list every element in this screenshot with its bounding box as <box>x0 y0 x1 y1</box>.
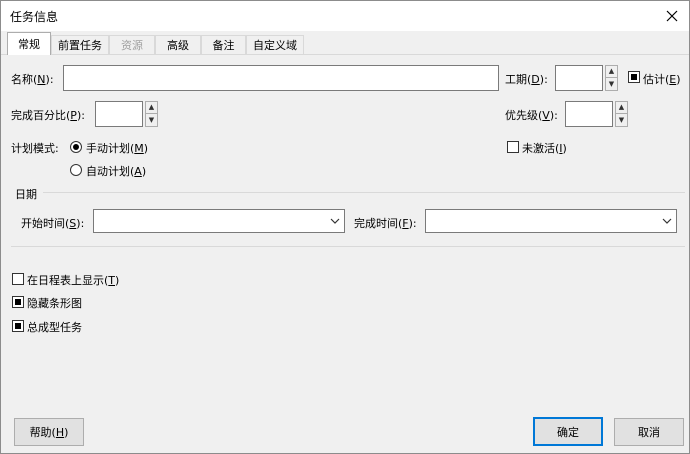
tab-general[interactable]: 常规 <box>7 32 51 55</box>
label-suffix: ) <box>143 142 149 155</box>
label-suffix: ): <box>549 109 558 122</box>
show-on-timeline-label: 在日程表上显示(T) <box>27 272 119 288</box>
auto-schedule-radio[interactable] <box>70 164 82 176</box>
label-suffix: ) <box>562 142 567 155</box>
close-icon <box>666 10 678 22</box>
arrow-down-icon[interactable]: ▼ <box>606 78 617 90</box>
label-accesskey: P <box>70 109 77 122</box>
schedule-mode-label: 计划模式: <box>11 142 59 155</box>
label-text: 在日程表上显示( <box>27 274 109 287</box>
arrow-up-icon[interactable]: ▲ <box>146 102 157 114</box>
label-text: 自动计划( <box>86 165 135 178</box>
show-on-timeline-checkbox[interactable] <box>12 273 24 285</box>
label-text: 开始时间( <box>21 217 70 230</box>
manual-schedule-radio[interactable] <box>70 141 82 153</box>
tab-label: 前置任务 <box>58 39 102 52</box>
finish-date-dropdown[interactable] <box>425 209 677 233</box>
tab-resources[interactable]: 资源 <box>109 35 155 54</box>
tab-notes[interactable]: 备注 <box>201 35 246 54</box>
arrow-up-icon[interactable]: ▲ <box>616 102 627 114</box>
summary-task-checkbox[interactable] <box>12 320 24 332</box>
percent-complete-input[interactable] <box>95 101 143 127</box>
button-accesskey: H <box>55 425 65 439</box>
button-text: 帮助( <box>29 426 56 439</box>
name-input[interactable] <box>63 65 499 91</box>
tab-label: 高级 <box>167 39 189 52</box>
dates-divider <box>43 192 685 193</box>
inactive-checkbox[interactable] <box>507 141 519 153</box>
hide-bar-checkbox[interactable] <box>12 296 24 308</box>
label-suffix: ) <box>115 274 120 287</box>
summary-task-label: 总成型任务 <box>27 321 82 334</box>
start-date-label: 开始时间(S): <box>21 215 84 231</box>
estimated-label: 估计(E) <box>643 71 681 87</box>
manual-schedule-label: 手动计划(M) <box>86 140 148 156</box>
label-text: 完成时间( <box>354 217 403 230</box>
tab-label: 常规 <box>18 38 40 51</box>
window-title: 任务信息 <box>10 10 59 24</box>
estimated-checkbox[interactable] <box>628 71 640 83</box>
priority-label: 优先级(V): <box>505 107 558 123</box>
button-text: 确定 <box>557 425 579 439</box>
button-text: 取消 <box>638 426 660 439</box>
label-accesskey: V <box>542 109 550 122</box>
label-accesskey: A <box>134 165 142 178</box>
inactive-label: 未激活(I) <box>522 140 567 156</box>
duration-label: 工期(D): <box>505 71 548 87</box>
label-text: 优先级( <box>505 109 543 122</box>
label-suffix: ) <box>141 165 147 178</box>
tab-label: 自定义域 <box>253 39 297 52</box>
percent-complete-label: 完成百分比(P): <box>11 107 85 123</box>
auto-schedule-label: 自动计划(A) <box>86 163 146 179</box>
button-suffix: ) <box>64 425 69 439</box>
ok-button[interactable]: 确定 <box>533 417 603 446</box>
tab-label: 备注 <box>212 39 235 52</box>
finish-date-label: 完成时间(F): <box>354 215 417 231</box>
label-text: 估计( <box>643 73 670 86</box>
task-information-dialog: 任务信息 常规 前置任务 资源 高级 备注 自定义域 名称(N): 工期(D):… <box>0 0 690 454</box>
arrow-down-icon[interactable]: ▼ <box>616 114 627 126</box>
chevron-down-icon <box>662 218 672 224</box>
duration-spinner[interactable]: ▲ ▼ <box>605 65 618 91</box>
tab-strip: 常规 前置任务 资源 高级 备注 自定义域 <box>1 31 689 55</box>
label-suffix: ): <box>408 217 417 230</box>
label-accesskey: N <box>37 73 46 86</box>
label-text: 未激活( <box>522 142 560 155</box>
hide-bar-label: 隐藏条形图 <box>27 297 82 310</box>
label-text: 完成百分比( <box>11 109 71 122</box>
label-accesskey: M <box>134 142 144 155</box>
percent-complete-spinner[interactable]: ▲ ▼ <box>145 101 158 127</box>
arrow-up-icon[interactable]: ▲ <box>606 66 617 78</box>
help-button[interactable]: 帮助(H) <box>14 418 84 446</box>
chevron-down-icon <box>330 218 340 224</box>
start-date-dropdown[interactable] <box>93 209 345 233</box>
label-suffix: ): <box>76 217 85 230</box>
duration-input[interactable] <box>555 65 603 91</box>
label-text: 名称( <box>11 73 38 86</box>
label-text: 工期( <box>505 73 532 86</box>
tab-separator <box>1 54 689 55</box>
close-button[interactable] <box>655 1 689 31</box>
arrow-down-icon[interactable]: ▼ <box>146 114 157 126</box>
dates-section-label: 日期 <box>15 188 37 201</box>
label-suffix: ): <box>539 73 548 86</box>
label-accesskey: D <box>531 73 540 86</box>
title-bar: 任务信息 <box>1 1 689 31</box>
tab-advanced[interactable]: 高级 <box>155 35 201 54</box>
name-label: 名称(N): <box>11 71 54 87</box>
label-suffix: ): <box>45 73 54 86</box>
tab-custom-fields[interactable]: 自定义域 <box>246 35 304 54</box>
tab-label: 资源 <box>121 39 143 52</box>
tab-predecessors[interactable]: 前置任务 <box>51 35 109 54</box>
cancel-button[interactable]: 取消 <box>614 418 684 446</box>
priority-input[interactable] <box>565 101 613 127</box>
label-suffix: ): <box>76 109 85 122</box>
label-text: 手动计划( <box>86 142 135 155</box>
label-suffix: ) <box>676 73 681 86</box>
priority-spinner[interactable]: ▲ ▼ <box>615 101 628 127</box>
options-divider <box>11 246 685 247</box>
